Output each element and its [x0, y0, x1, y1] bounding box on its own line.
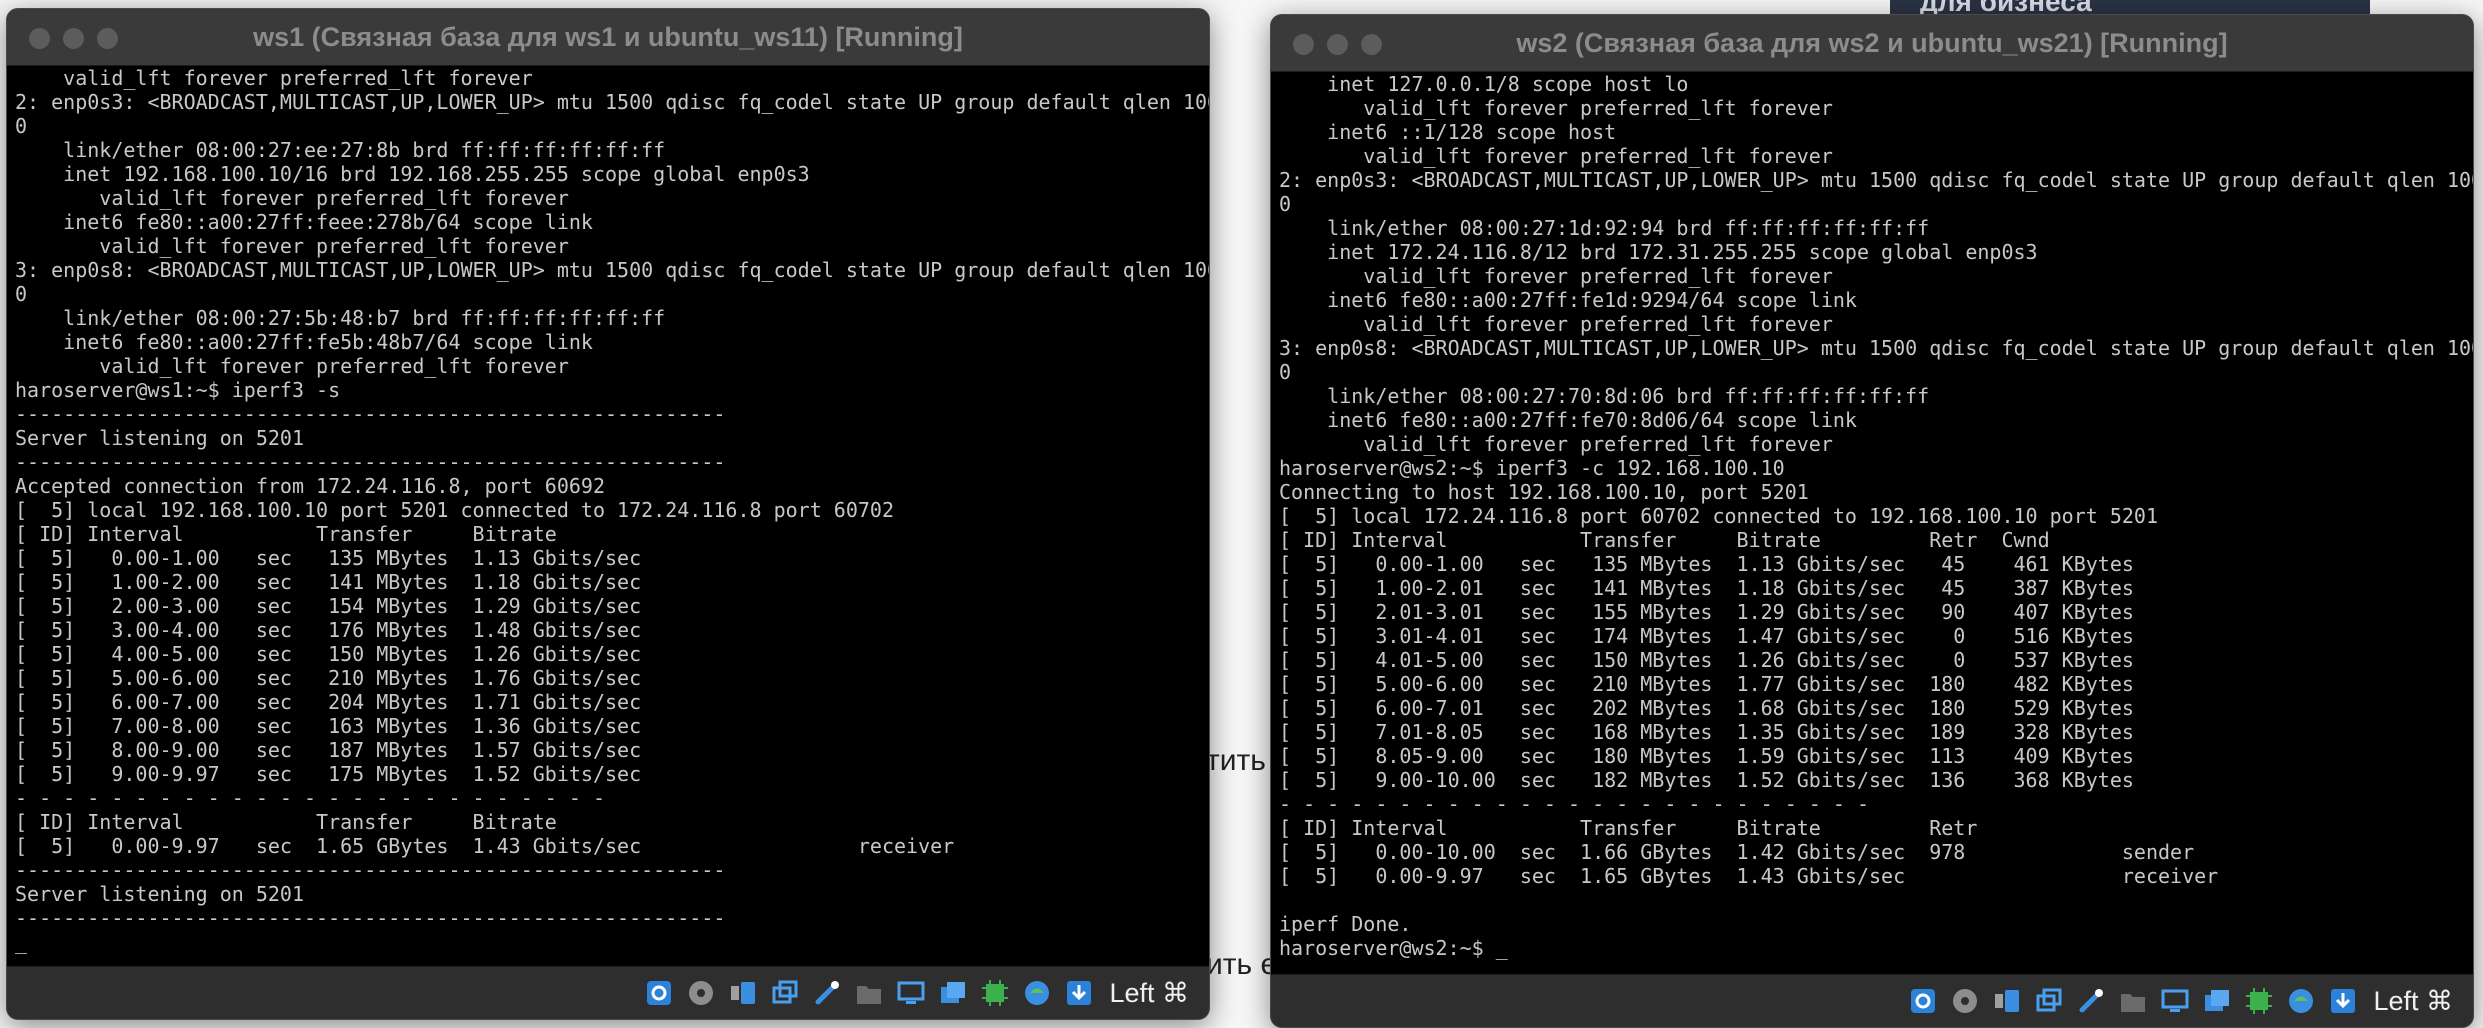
vm-console-screen[interactable]: valid_lft forever preferred_lft forever …	[7, 66, 1209, 966]
vm-statusbar: Left ⌘	[7, 966, 1209, 1019]
display-icon[interactable]	[2157, 983, 2193, 1019]
host-key-label: Left ⌘	[2373, 985, 2453, 1016]
keyboard-capture-icon[interactable]	[2325, 983, 2361, 1019]
vm-window-ws2[interactable]: ws2 (Связная база для ws2 и ubuntu_ws21)…	[1270, 14, 2474, 1028]
hard-disk-icon[interactable]	[641, 975, 677, 1011]
network-icon[interactable]	[767, 975, 803, 1011]
cpu-icon[interactable]	[977, 975, 1013, 1011]
optical-drive-icon[interactable]	[683, 975, 719, 1011]
window-titlebar[interactable]: ws2 (Связная база для ws2 и ubuntu_ws21)…	[1271, 15, 2473, 72]
optical-drive-icon[interactable]	[1947, 983, 1983, 1019]
vm-statusbar: Left ⌘	[1271, 974, 2473, 1027]
terminal-output: valid_lft forever preferred_lft forever …	[15, 66, 1209, 954]
mouse-integration-icon[interactable]	[1019, 975, 1055, 1011]
host-key-label: Left ⌘	[1109, 977, 1189, 1008]
vm-window-ws1[interactable]: ws1 (Связная база для ws1 и ubuntu_ws11)…	[6, 8, 1210, 1020]
mouse-integration-icon[interactable]	[2283, 983, 2319, 1019]
window-title: ws2 (Связная база для ws2 и ubuntu_ws21)…	[1516, 28, 2228, 58]
window-title: ws1 (Связная база для ws1 и ubuntu_ws11)…	[253, 22, 963, 52]
audio-icon[interactable]	[725, 975, 761, 1011]
usb-icon[interactable]	[2073, 983, 2109, 1019]
video-capture-icon[interactable]	[2199, 983, 2235, 1019]
usb-icon[interactable]	[809, 975, 845, 1011]
keyboard-capture-icon[interactable]	[1061, 975, 1097, 1011]
terminal-output: inet 127.0.0.1/8 scope host lo valid_lft…	[1279, 72, 2473, 960]
display-icon[interactable]	[893, 975, 929, 1011]
cpu-icon[interactable]	[2241, 983, 2277, 1019]
network-icon[interactable]	[2031, 983, 2067, 1019]
window-titlebar[interactable]: ws1 (Связная база для ws1 и ubuntu_ws11)…	[7, 9, 1209, 66]
shared-folder-icon[interactable]	[851, 975, 887, 1011]
background-text: ить е	[1206, 948, 1278, 981]
shared-folder-icon[interactable]	[2115, 983, 2151, 1019]
background-text: тить	[1206, 744, 1266, 777]
vm-console-screen[interactable]: inet 127.0.0.1/8 scope host lo valid_lft…	[1271, 72, 2473, 974]
audio-icon[interactable]	[1989, 983, 2025, 1019]
video-capture-icon[interactable]	[935, 975, 971, 1011]
hard-disk-icon[interactable]	[1905, 983, 1941, 1019]
